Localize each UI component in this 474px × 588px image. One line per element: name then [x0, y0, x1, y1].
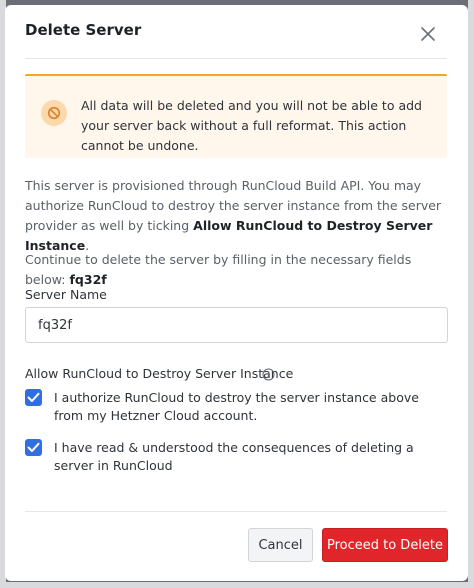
provision-description: This server is provisioned through RunCl… [25, 176, 451, 256]
close-button[interactable] [417, 23, 439, 45]
proceed-to-delete-button[interactable]: Proceed to Delete [322, 528, 448, 562]
ban-icon [41, 100, 67, 126]
alert-message: All data will be deleted and you will no… [81, 98, 422, 153]
footer-divider [25, 511, 447, 512]
cancel-button[interactable]: Cancel [248, 528, 313, 562]
authorize-destroy-checkbox[interactable] [25, 389, 42, 406]
backdrop-edge [0, 582, 474, 588]
delete-server-modal: Delete Server All data will be deleted a… [5, 5, 468, 581]
close-icon [421, 27, 435, 41]
understood-consequences-checkbox[interactable] [25, 439, 42, 456]
server-name-input[interactable] [25, 307, 448, 343]
check-icon [27, 442, 40, 452]
warning-alert: All data will be deleted and you will no… [25, 74, 447, 158]
check-icon [27, 392, 40, 402]
understood-consequences-label[interactable]: I have read & understood the consequence… [54, 439, 434, 475]
authorize-destroy-label[interactable]: I authorize RunCloud to destroy the serv… [54, 389, 434, 425]
server-code: fq32f [69, 272, 107, 287]
modal-header: Delete Server [5, 5, 468, 57]
info-icon[interactable] [262, 368, 275, 381]
modal-title: Delete Server [25, 21, 142, 39]
backdrop-edge [468, 0, 474, 588]
server-name-label: Server Name [25, 287, 107, 302]
destroy-instance-label: Allow RunCloud to Destroy Server Instanc… [25, 366, 294, 381]
header-divider [25, 58, 447, 59]
continue-instructions: Continue to delete the server by filling… [25, 250, 451, 290]
